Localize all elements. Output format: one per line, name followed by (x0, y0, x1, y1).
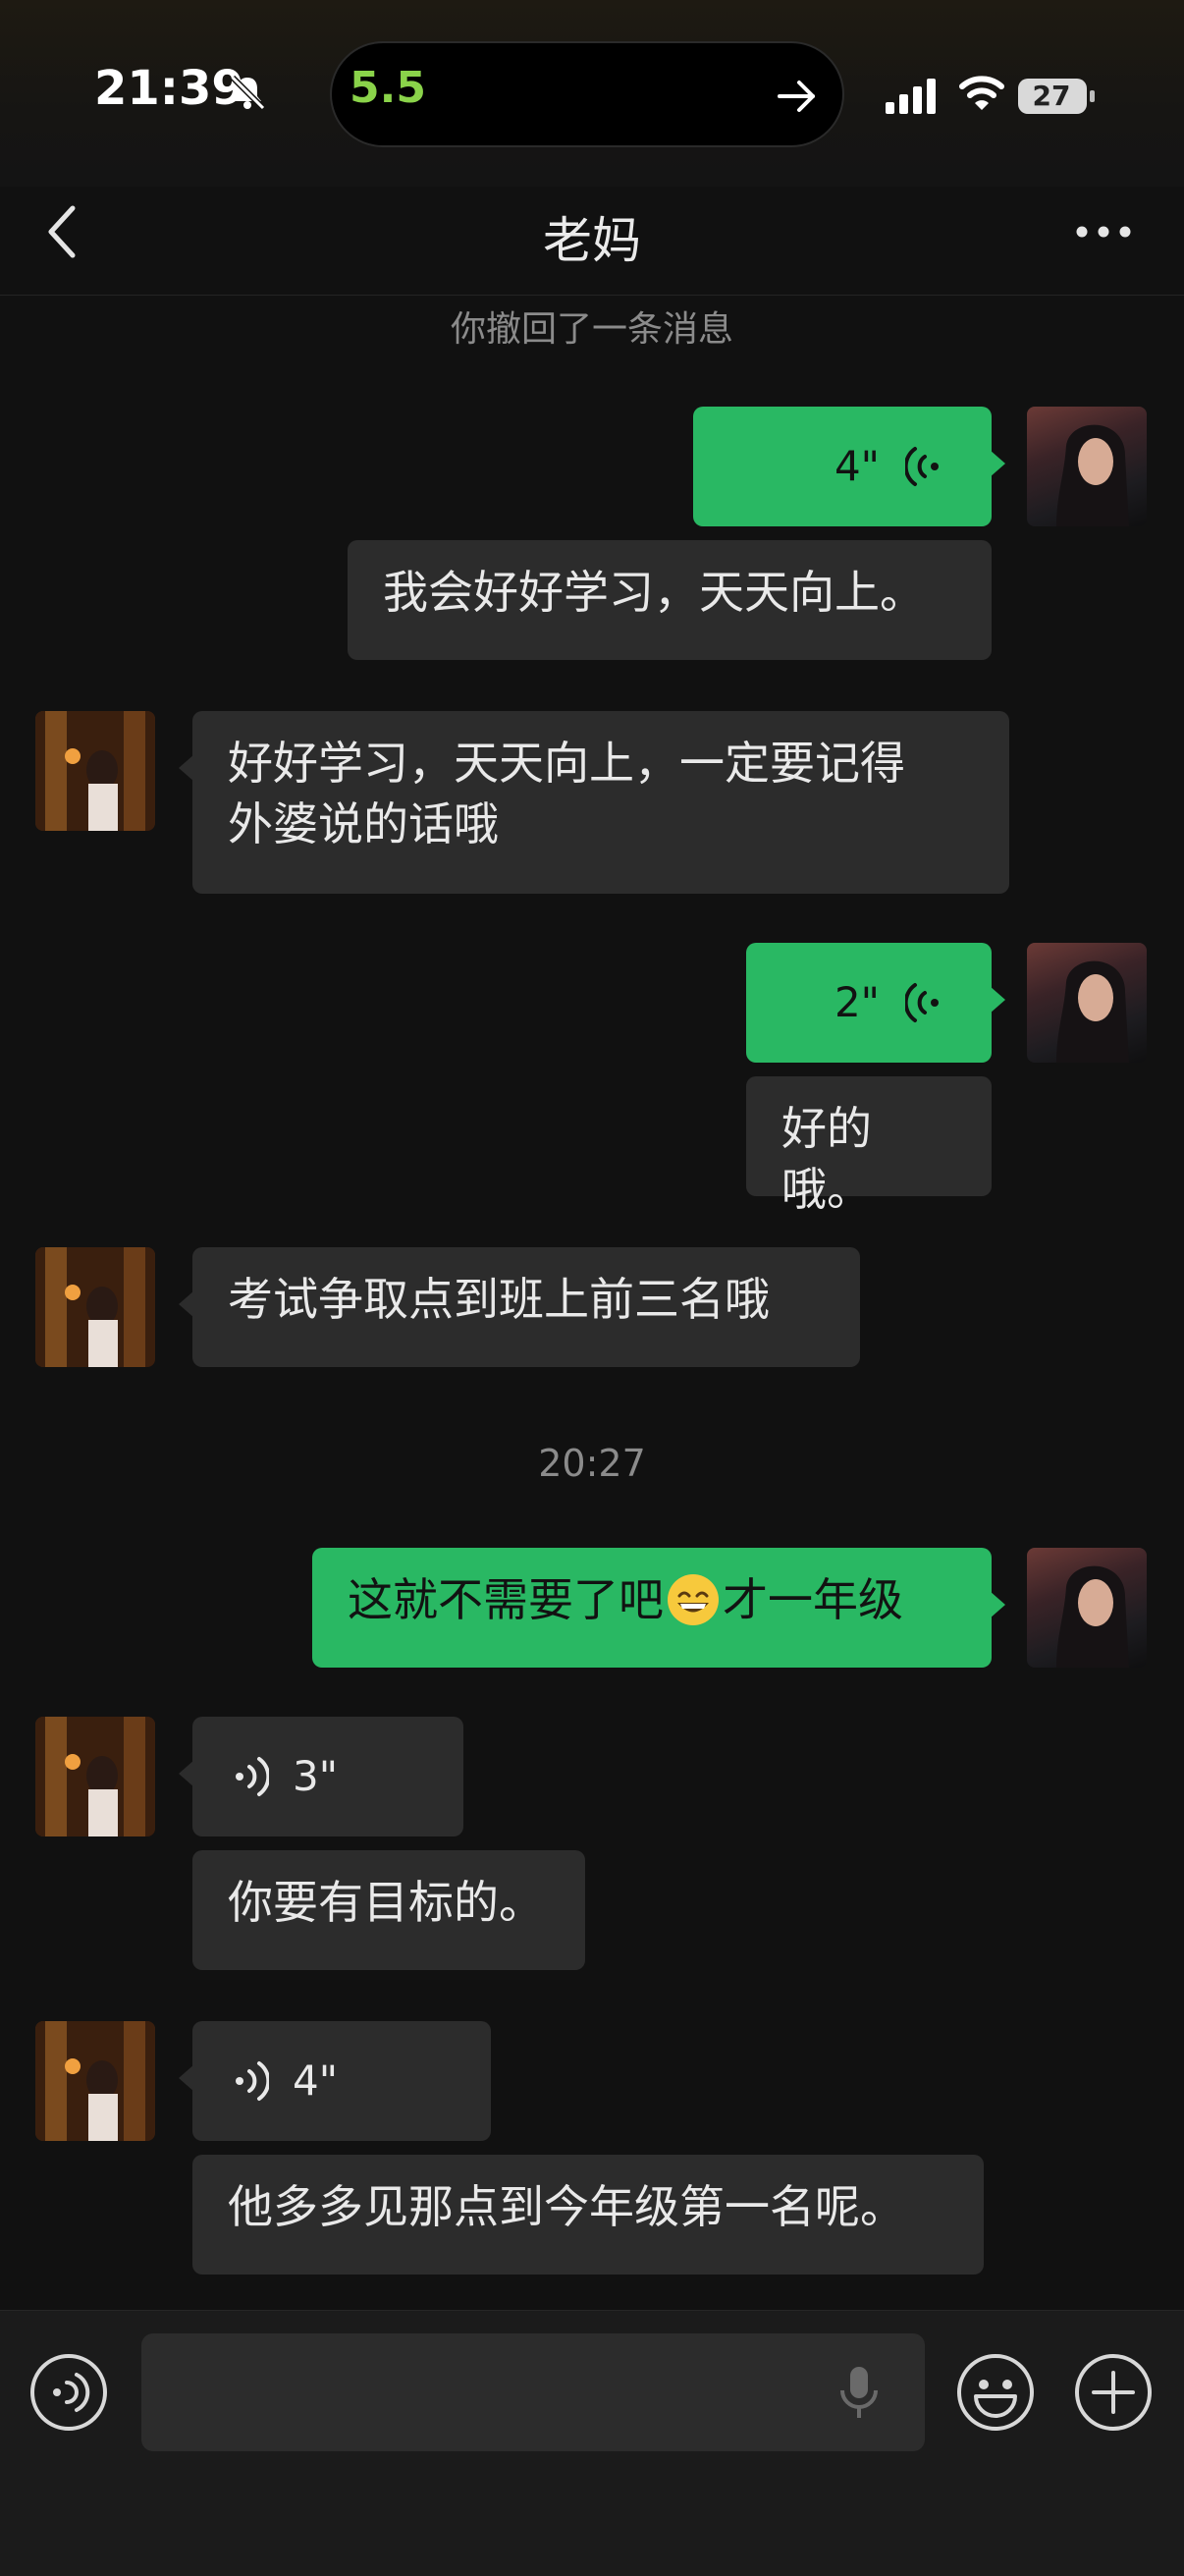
avatar-self-image (1056, 960, 1129, 1063)
bell-slash-icon (230, 75, 266, 111)
arrow-right-icon (778, 81, 815, 112)
smiley-icon[interactable] (956, 2353, 1035, 2432)
battery-level: 27 (1032, 80, 1071, 112)
message-text: 他多多见那点到今年级第一名呢。 (228, 2180, 905, 2233)
message-text: 你要有目标的。 (228, 1876, 544, 1929)
message-text-line: 外婆说的话哦 (228, 797, 499, 850)
voice-duration: 4" (293, 2056, 339, 2105)
avatar-self-image (1056, 1565, 1129, 1668)
avatar-mom-image (35, 1247, 155, 1367)
text-message-received[interactable]: 好好学习，天天向上，一定要记得 外婆说的话哦 (179, 711, 1009, 894)
voice-message-sent[interactable]: 2" (746, 943, 1005, 1063)
voice-transcript[interactable]: 他多多见那点到今年级第一名呢。 (192, 2155, 984, 2275)
chat-title: 老妈 (543, 212, 641, 269)
voice-transcript[interactable]: 好的哦。 (746, 1076, 992, 1216)
message-text: 才一年级 (723, 1573, 903, 1626)
message-text: 我会好好学习，天天向上。 (383, 566, 925, 619)
voice-message-received[interactable]: 3" (179, 1717, 463, 1836)
avatar-mom[interactable] (35, 1717, 155, 1836)
voice-duration: 4" (834, 442, 880, 490)
island-value: 5.5 (350, 63, 426, 113)
timestamp: 20:27 (538, 1442, 646, 1485)
microphone-icon[interactable] (834, 2363, 884, 2422)
message-text-line: 好好学习，天天向上，一定要记得 (228, 737, 905, 790)
avatar-mom-image (35, 2021, 155, 2141)
voice-transcript[interactable]: 你要有目标的。 (192, 1850, 585, 1970)
voice-message-sent[interactable]: 4" (693, 407, 1005, 526)
more-horizontal-icon[interactable] (1074, 222, 1133, 242)
plus-icon[interactable] (1074, 2353, 1153, 2432)
voice-wave-icon (236, 1757, 269, 1796)
text-message-sent[interactable]: 这就不需要了吧 才一年级 (312, 1548, 1005, 1668)
avatar-mom[interactable] (35, 2021, 155, 2141)
avatar-self[interactable] (1027, 407, 1147, 526)
status-time: 21:39 (94, 61, 244, 116)
grinning-face-emoji (668, 1574, 719, 1625)
message-text: 这就不需要了吧 (348, 1573, 664, 1626)
voice-transcript[interactable]: 我会好好学习，天天向上。 (348, 540, 992, 660)
voice-message-received[interactable]: 4" (179, 2021, 491, 2141)
avatar-self[interactable] (1027, 1548, 1147, 1668)
message-text: 好的哦。 (781, 1102, 872, 1216)
avatar-mom-image (35, 1717, 155, 1836)
message-text: 考试争取点到班上前三名哦 (228, 1273, 770, 1326)
recall-notice: 你撤回了一条消息 (450, 309, 733, 350)
voice-wave-icon (236, 2061, 269, 2101)
avatar-self-image (1056, 424, 1129, 526)
header-divider (0, 295, 1184, 296)
avatar-mom[interactable] (35, 1247, 155, 1367)
voice-duration: 2" (834, 978, 880, 1026)
wifi-icon (959, 76, 1004, 110)
voice-wave-icon[interactable] (29, 2353, 108, 2432)
voice-wave-icon (905, 447, 939, 486)
message-input[interactable] (141, 2333, 925, 2451)
avatar-mom[interactable] (35, 711, 155, 831)
avatar-mom-image (35, 711, 155, 831)
voice-wave-icon (905, 983, 939, 1022)
avatar-self[interactable] (1027, 943, 1147, 1063)
text-message-received[interactable]: 考试争取点到班上前三名哦 (179, 1247, 860, 1367)
signal-icon (886, 79, 936, 114)
voice-duration: 3" (293, 1752, 339, 1800)
